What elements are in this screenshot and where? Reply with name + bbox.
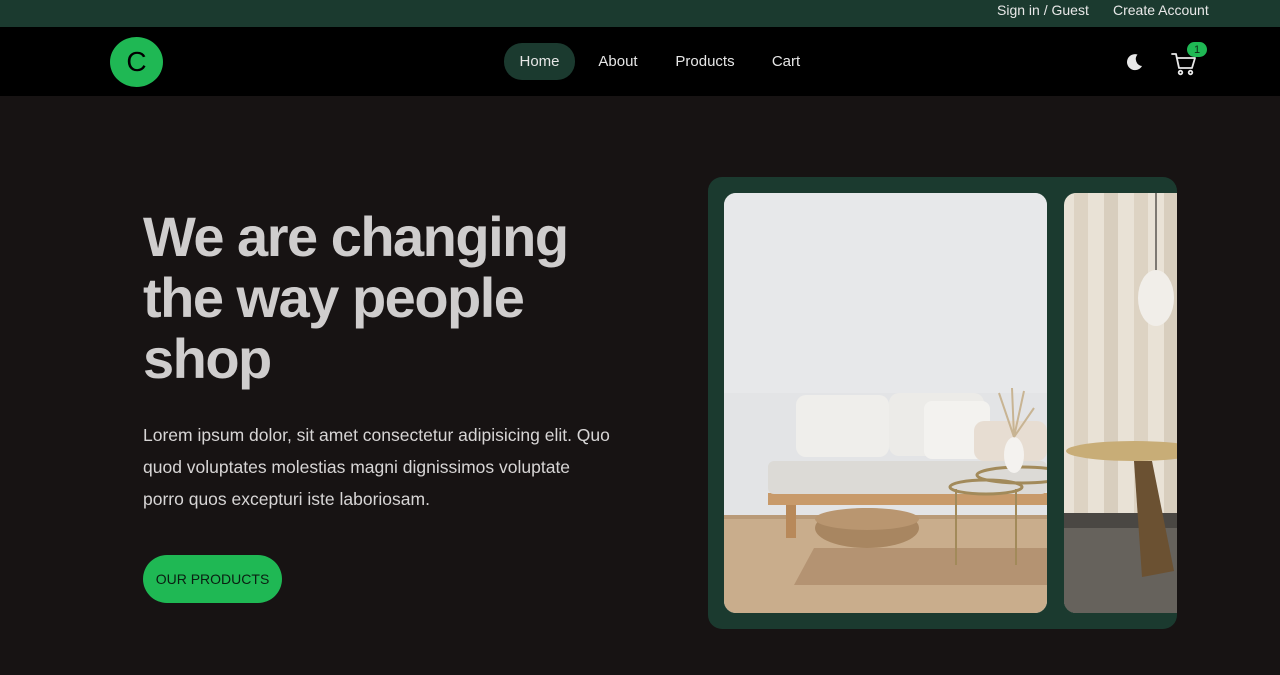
nav-home[interactable]: Home — [504, 43, 575, 80]
theme-toggle-button[interactable] — [1122, 50, 1146, 74]
nav-cart[interactable]: Cart — [764, 43, 808, 80]
nav-about[interactable]: About — [590, 43, 646, 80]
top-utility-bar: Sign in / Guest Create Account — [0, 0, 1280, 27]
our-products-button[interactable]: OUR PRODUCTS — [143, 555, 282, 603]
logo[interactable]: C — [110, 37, 163, 87]
carousel-slide-living-room — [724, 193, 1047, 613]
living-room-photo — [724, 193, 1047, 613]
create-account-link[interactable]: Create Account — [1113, 2, 1209, 18]
hero-title: We are changing the way people shop — [143, 205, 569, 390]
cart-count-badge: 1 — [1187, 42, 1207, 57]
moon-icon — [1127, 54, 1142, 71]
hero-description: Lorem ipsum dolor, sit amet consectetur … — [143, 425, 610, 509]
nav-products[interactable]: Products — [667, 43, 743, 80]
carousel-slide-dining — [1064, 193, 1177, 613]
sign-in-link[interactable]: Sign in / Guest — [997, 2, 1089, 18]
hero-carousel[interactable] — [708, 177, 1177, 629]
main-navbar: C Home About Products Cart 1 — [0, 27, 1280, 96]
dining-room-photo — [1064, 193, 1177, 613]
